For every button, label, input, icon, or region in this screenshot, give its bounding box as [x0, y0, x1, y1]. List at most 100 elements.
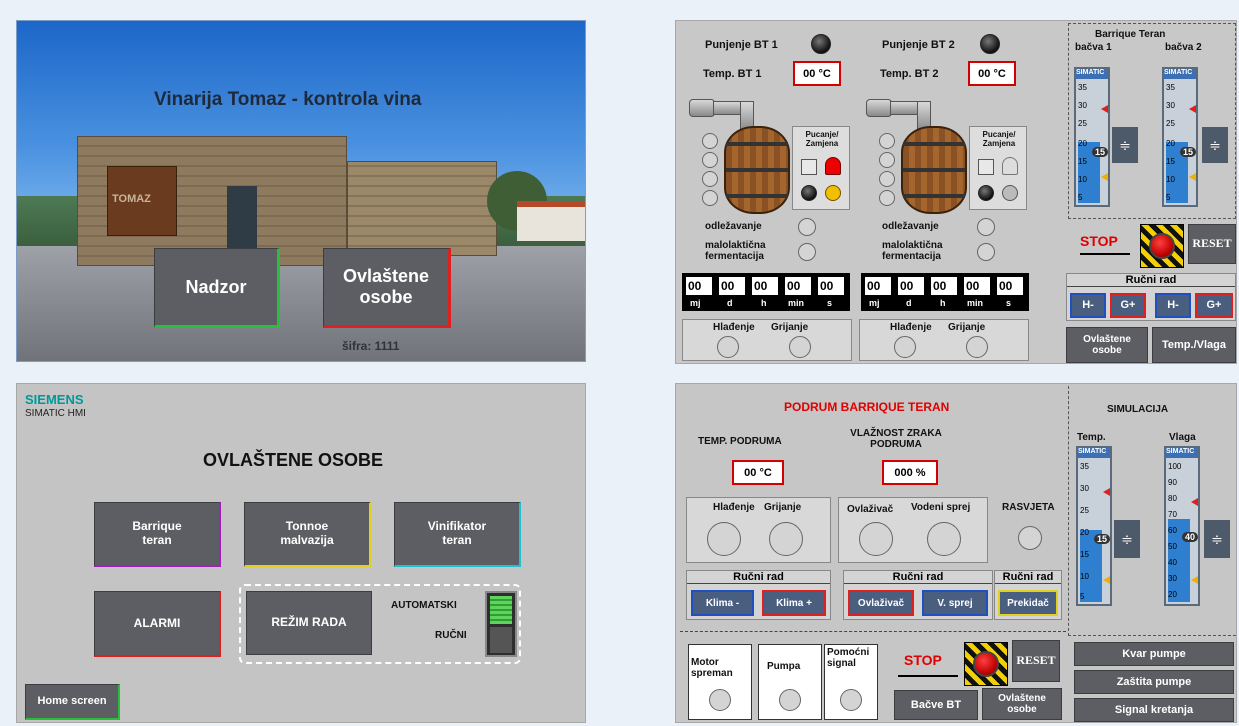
temp-vlaga-button[interactable]: Temp./Vlaga	[1152, 327, 1236, 363]
barrel-control-panel: Punjenje BT 1 Temp. BT 1 00 °C Pucanje/ …	[675, 20, 1237, 364]
barrel-hoop	[903, 194, 965, 198]
page-title: Vinarija Tomaz - kontrola vina	[154, 89, 422, 110]
gauge-tick-label: 10	[1166, 175, 1175, 184]
valve-bt2[interactable]	[866, 99, 892, 117]
timer-cell-min[interactable]: 00	[784, 276, 812, 296]
motor-spreman-label: Motor spreman	[691, 657, 733, 679]
valve-bt1[interactable]	[689, 99, 715, 117]
rezim-rada-button[interactable]: REŽIM RADA	[246, 591, 372, 655]
hladenje-label: Hlađenje	[890, 322, 932, 333]
timer-cell-s[interactable]: 00	[817, 276, 845, 296]
gauge-tick-label: 10	[1078, 175, 1087, 184]
barrique-teran-button[interactable]: Barrique teran	[94, 502, 221, 567]
sim-vlaga-spin-button[interactable]: ≑	[1204, 520, 1230, 558]
kvar-pumpe-label: Kvar pumpe	[1122, 647, 1186, 660]
gauge-tick-label: 80	[1168, 494, 1177, 503]
timer-cell-h[interactable]: 00	[930, 276, 958, 296]
timer-cell-mj[interactable]: 00	[685, 276, 713, 296]
gauge-low-marker	[1101, 173, 1108, 181]
reset-button[interactable]: RESET	[1188, 224, 1236, 264]
mode-switch-thumb	[490, 596, 512, 624]
g-plus-bt2-button[interactable]: G+	[1195, 293, 1233, 318]
reset-button[interactable]: RESET	[1012, 640, 1060, 682]
klima-plus-button[interactable]: Klima +	[762, 590, 826, 616]
odlezavanje-bt2-lamp	[977, 218, 995, 236]
timer-cell-min[interactable]: 00	[963, 276, 991, 296]
vodeni-sprej-label: Vodeni sprej	[911, 502, 971, 513]
timer-cell-d[interactable]: 00	[718, 276, 746, 296]
punjenje-bt2-label: Punjenje BT 2	[882, 39, 955, 51]
ovlastene-osobe-label: Ovlaštene osobe	[998, 693, 1046, 715]
pucanje-bt1-switch-icon[interactable]	[801, 159, 817, 175]
bacve-bt-button[interactable]: Bačve BT	[894, 690, 978, 720]
ovlastene-osobe-button[interactable]: Ovlaštene osobe	[982, 688, 1062, 720]
home-screen-button[interactable]: Home screen	[25, 684, 120, 720]
gauge-tick-label: 25	[1078, 119, 1087, 128]
temp-bt1-field[interactable]: 00 °C	[793, 61, 841, 86]
gauge-brand: SIMATIC	[1166, 448, 1198, 458]
gauge2-spin-button[interactable]: ≑	[1202, 127, 1228, 163]
barrel-hoop	[903, 142, 965, 146]
emergency-stop-button[interactable]	[964, 642, 1008, 686]
ovlazivac-button[interactable]: Ovlaživač	[848, 590, 914, 616]
motor-spreman-lamp	[709, 689, 731, 711]
timer-cell-mj[interactable]: 00	[864, 276, 892, 296]
bacve-bt-label: Bačve BT	[910, 698, 962, 711]
mode-manual-label: RUČNI	[435, 630, 467, 641]
h-minus-bt2-button[interactable]: H-	[1155, 293, 1191, 318]
gauge-tick-label: 40	[1168, 558, 1177, 567]
prekidac-button[interactable]: Prekidač	[998, 590, 1058, 616]
pucanje-bt2-switch-icon[interactable]	[978, 159, 994, 175]
timer-unit-h: h	[761, 298, 767, 308]
hladenje-grijanje-bt2-box: Hlađenje Grijanje	[859, 319, 1029, 361]
zastita-pumpe-button[interactable]: Zaštita pumpe	[1074, 670, 1234, 694]
tonnoe-malvazija-button[interactable]: Tonnoe malvazija	[244, 502, 371, 567]
emergency-stop-button[interactable]	[1140, 224, 1184, 268]
v-sprej-button[interactable]: V. sprej	[922, 590, 988, 616]
temp-bt2-label: Temp. BT 2	[880, 68, 939, 80]
v-sprej-label: V. sprej	[937, 597, 973, 609]
emergency-stop-knob	[1149, 233, 1175, 259]
vinifikator-teran-button[interactable]: Vinifikator teran	[394, 502, 521, 567]
grijanje-lamp	[789, 336, 811, 358]
gauge-tick-label: 20	[1166, 139, 1175, 148]
h-minus-bt1-button[interactable]: H-	[1070, 293, 1106, 318]
gauge2-label: bačva 2	[1165, 42, 1202, 53]
nadzor-button[interactable]: Nadzor	[154, 248, 280, 328]
gauge1-label: bačva 1	[1075, 42, 1112, 53]
signal-kretanja-button[interactable]: Signal kretanja	[1074, 698, 1234, 722]
hladenje-label: Hlađenje	[713, 322, 755, 333]
gauge1-spin-button[interactable]: ≑	[1112, 127, 1138, 163]
level-lamp-bt2-4	[879, 190, 895, 206]
gauge-tick-label: 15	[1080, 550, 1089, 559]
rezim-rada-label: REŽIM RADA	[271, 615, 347, 630]
mode-switch[interactable]	[485, 591, 517, 657]
g-plus-bt1-button[interactable]: G+	[1110, 293, 1146, 318]
hladenje-grijanje-box: Hlađenje Grijanje	[686, 497, 831, 563]
password-hint: šifra: 1111	[342, 339, 400, 353]
g-plus-label: G+	[1206, 299, 1222, 312]
ovlastene-osobe-button[interactable]: Ovlaštene osobe	[323, 248, 451, 328]
alarmi-button[interactable]: ALARMI	[94, 591, 221, 657]
malolakticna-bt2-label: malolaktična fermentacija	[882, 240, 943, 262]
sim-temp-spin-button[interactable]: ≑	[1114, 520, 1140, 558]
manual-klima-title: Ručni rad	[687, 571, 830, 584]
temp-bt1-label: Temp. BT 1	[703, 68, 762, 80]
temp-vlaga-label: Temp./Vlaga	[1162, 338, 1226, 351]
timer-cell-s[interactable]: 00	[996, 276, 1024, 296]
pumpa-lamp	[779, 689, 801, 711]
stop-label: STOP	[1080, 233, 1118, 249]
timer-cell-h[interactable]: 00	[751, 276, 779, 296]
vlaga-field[interactable]: 000 %	[882, 460, 938, 485]
ovlastene-osobe-button[interactable]: Ovlaštene osobe	[1066, 327, 1148, 363]
temp-podruma-field[interactable]: 00 °C	[732, 460, 784, 485]
manual-prekidac-title: Ručni rad	[995, 571, 1061, 584]
gauge-tick-label: 35	[1166, 83, 1175, 92]
mode-auto-label: AUTOMATSKI	[391, 600, 457, 611]
timer-cell-d[interactable]: 00	[897, 276, 925, 296]
klima-minus-button[interactable]: Klima -	[691, 590, 754, 616]
pucanje-bt2-box: Pucanje/ Zamjena	[969, 126, 1027, 210]
temp-bt2-field[interactable]: 00 °C	[968, 61, 1016, 86]
kvar-pumpe-button[interactable]: Kvar pumpe	[1074, 642, 1234, 666]
alarm-light-off-icon	[1002, 157, 1018, 175]
